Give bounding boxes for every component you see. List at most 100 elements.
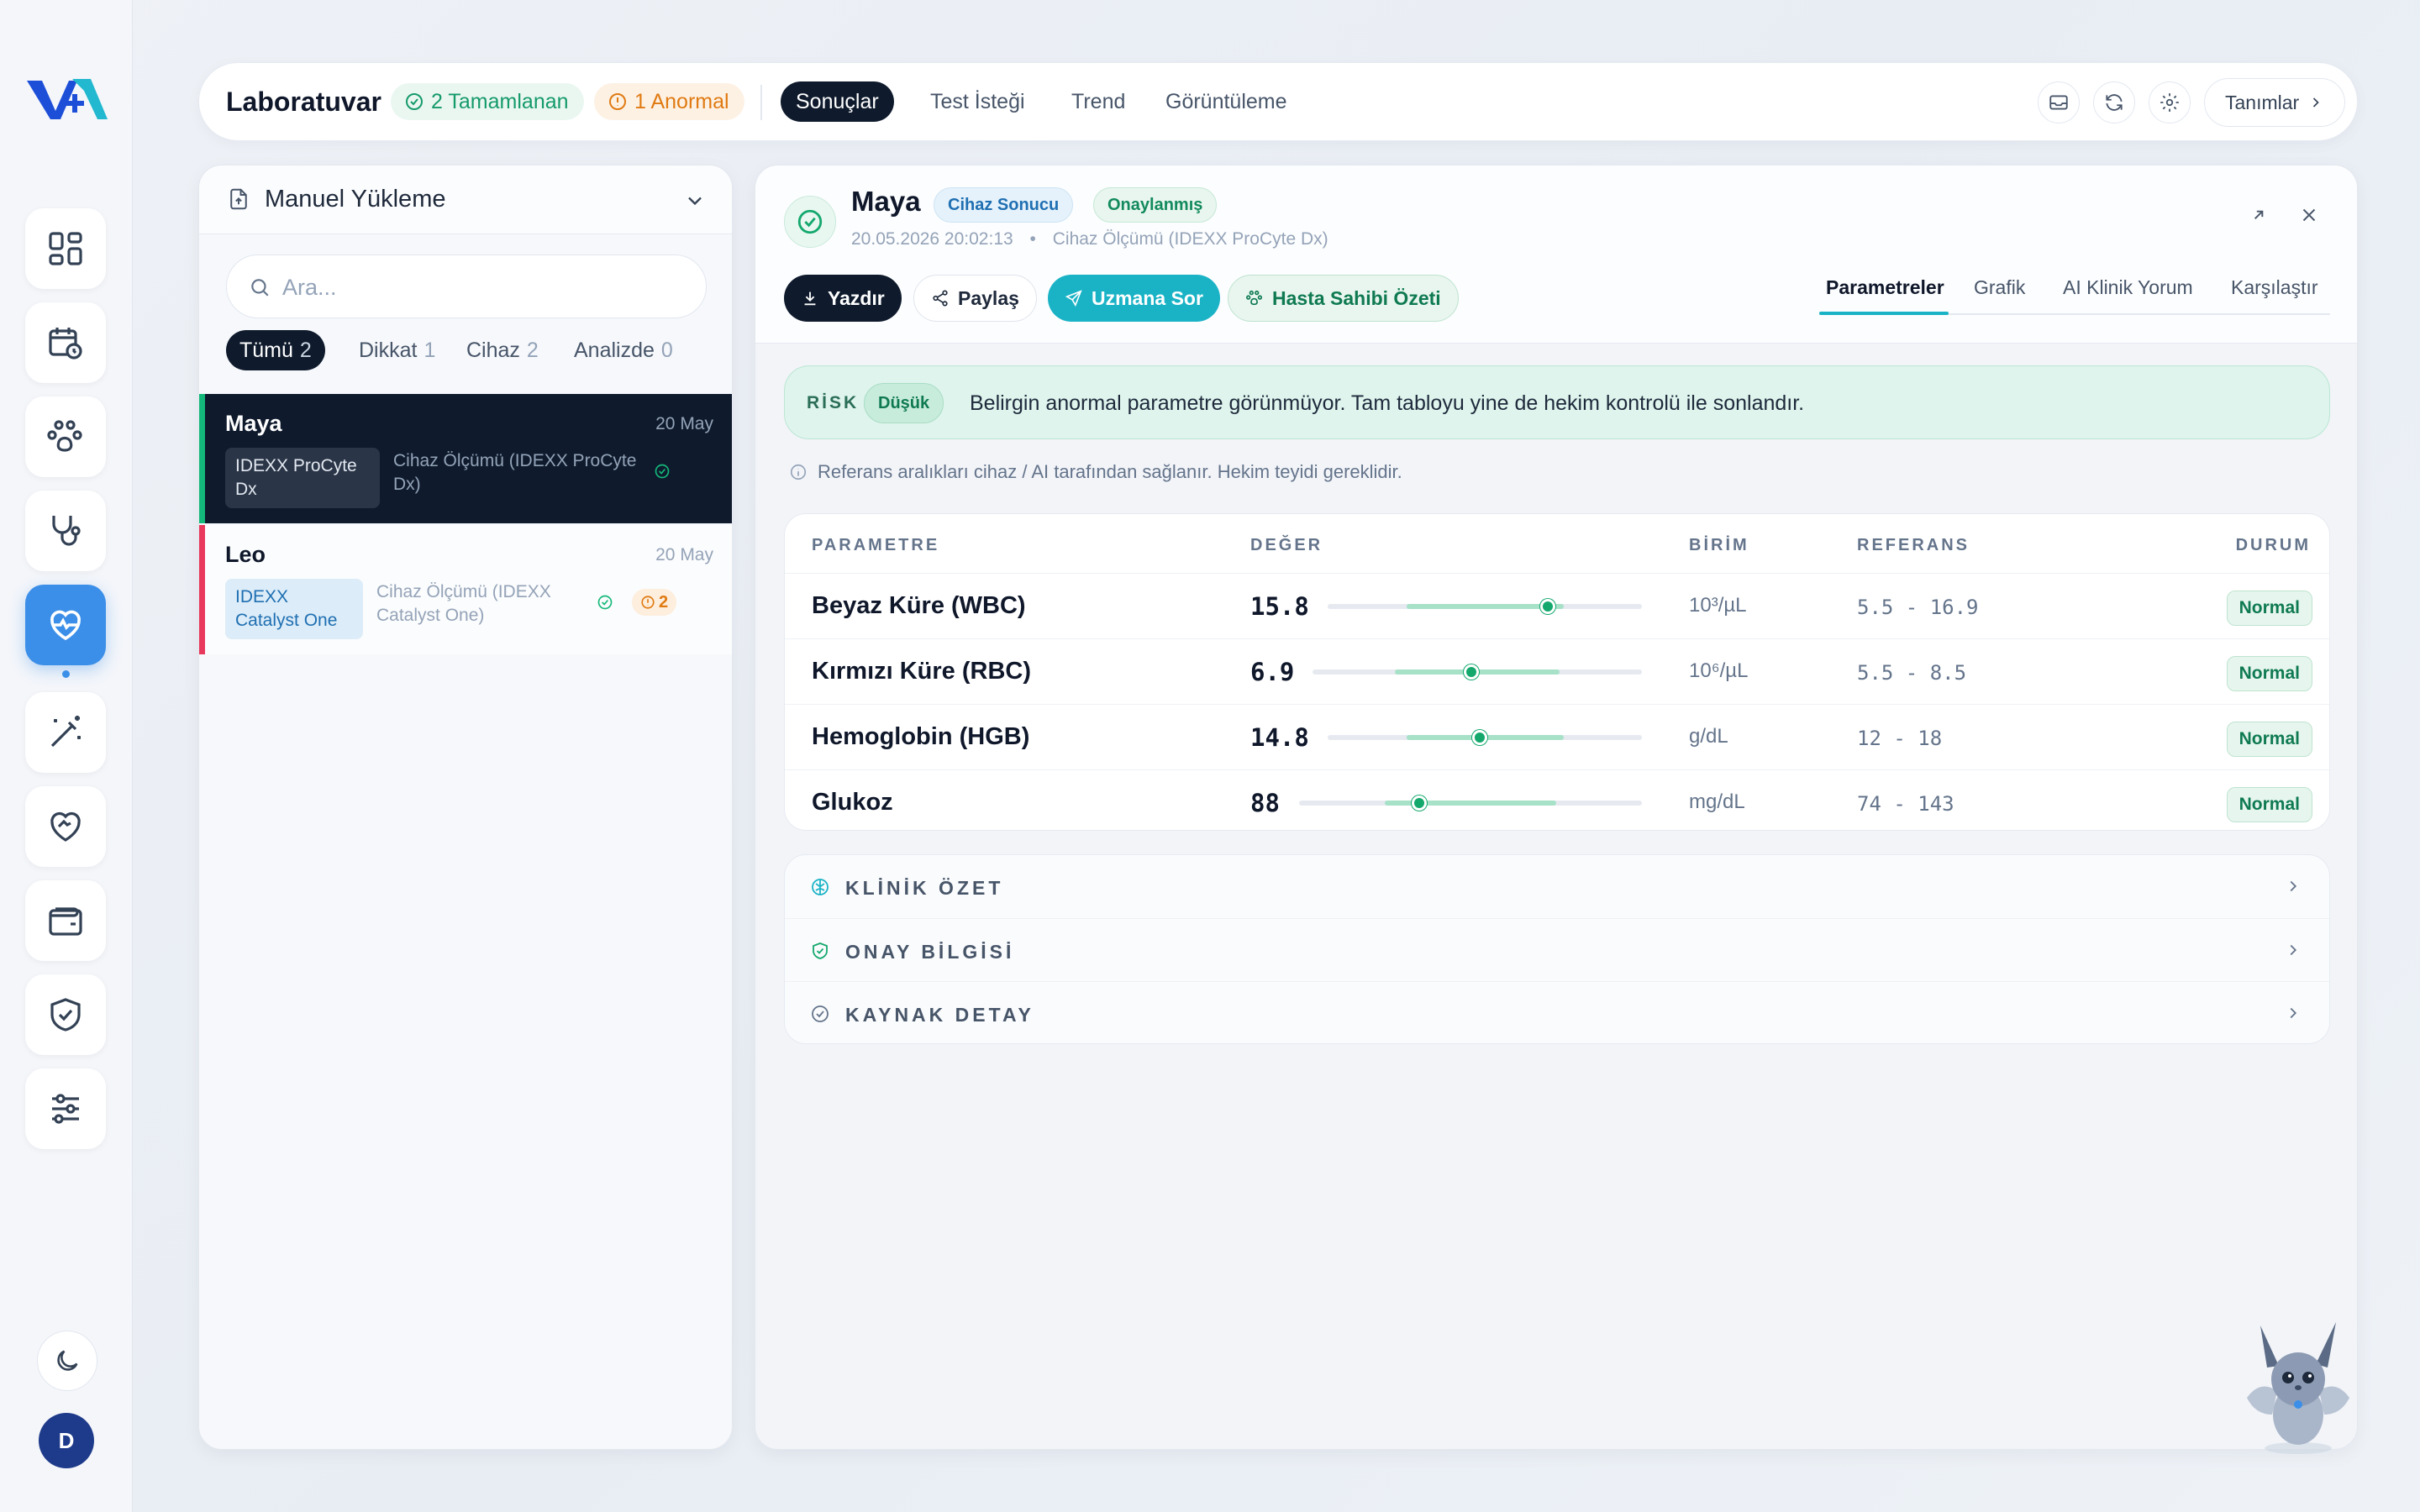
filter-count: 0 [660,338,673,362]
file-upload-icon [230,188,247,210]
nav-care[interactable] [25,786,106,867]
theme-toggle[interactable] [37,1331,97,1391]
owner-summary-button[interactable]: Hasta Sahibi Özeti [1228,275,1459,322]
reference-note: Referans aralıkları cihaz / AI tarafında… [789,461,1402,483]
tab-chart[interactable]: Grafik [1974,276,2025,299]
user-avatar[interactable]: D [39,1413,94,1468]
print-button[interactable]: Yazdır [784,275,902,322]
filter-all[interactable]: Tümü 2 [226,330,325,370]
filter-device[interactable]: Cihaz 2 [453,330,552,370]
patient-name: Leo [225,542,266,567]
section-approval-info[interactable]: ONAY BİLGİSİ [785,918,2329,981]
check-circle-icon [812,1005,829,1022]
search-input[interactable] [282,270,686,304]
definitions-label: Tanımlar [2225,91,2300,113]
risk-banner: RİSK Düşük Belirgin anormal parametre gö… [784,365,2330,439]
detail-sections: KLİNİK ÖZET ONAY BİLGİSİ KAYNAK DETAY [784,854,2330,1044]
tab-test-request[interactable]: Test İsteği [915,81,1040,122]
approval-tag: Onaylanmış [1093,187,1218,223]
tab-ai-comment[interactable]: AI Klinik Yorum [2063,276,2193,299]
nav-wallet[interactable] [25,880,106,961]
value-marker [1464,664,1480,680]
patient-name: Maya [851,186,921,217]
section-source-detail[interactable]: KAYNAK DETAY [785,981,2329,1043]
reference-range: 5.5 - 16.9 [1857,596,1979,619]
ask-expert-button[interactable]: Uzmana Sor [1048,275,1220,322]
nav-patients[interactable] [25,396,106,477]
chevron-right-icon [2290,880,2297,892]
check-circle-icon [406,93,423,110]
tab-compare[interactable]: Karşılaştır [2231,276,2318,299]
device-line: Dx [235,480,257,499]
status-badge: Normal [2226,722,2312,757]
list-item-maya[interactable]: Maya 20 May IDEXX ProCyte Dx Cihaz Ölçüm… [199,394,732,523]
filter-attention[interactable]: Dikkat 1 [345,330,449,370]
abnormal-count-badge: 2 [632,589,677,616]
moon-icon [57,1350,78,1371]
active-indicator [62,670,70,678]
range-bar [1328,599,1642,614]
share-label: Paylaş [958,286,1019,309]
magic-wand-icon [50,716,81,748]
nav-security[interactable] [25,974,106,1055]
desc-line: Cihaz Ölçümü (IDEXX ProCyte [393,451,637,470]
nav-dashboard[interactable] [25,208,106,289]
refresh-icon [2106,94,2123,111]
external-link-icon[interactable] [2248,204,2270,226]
grid-icon [49,232,82,265]
verified-icon [597,595,613,610]
results-list-panel: Manuel Yükleme Tümü 2 Dikkat 1 Cihaz 2 A… [198,165,733,1450]
share-button[interactable]: Paylaş [913,275,1037,322]
print-label: Yazdır [828,286,885,309]
parameter-unit: g/dL [1689,725,1728,748]
definitions-button[interactable]: Tanımlar [2204,78,2346,127]
detail-tabs: Parametreler Grafik AI Klinik Yorum Karş… [1819,270,2330,315]
parameter-value: 14.8 [1250,723,1309,752]
shield-check-icon [50,998,81,1032]
abnormal-badge[interactable]: 1 Anormal [594,83,744,120]
ask-expert-label: Uzmana Sor [1092,286,1203,309]
reference-range: 12 - 18 [1857,727,1943,750]
table-row[interactable]: Glukoz 88 mg/dL 74 - 143 Normal [785,769,2329,830]
upload-dropdown[interactable]: Manuel Yükleme [199,165,732,234]
parameter-unit: 10³/µL [1689,594,1747,617]
result-datetime: 20.05.2026 20:02:13 [851,229,1013,249]
filter-analyzing[interactable]: Analizde 0 [560,330,687,370]
table-row[interactable]: Hemoglobin (HGB) 14.8 g/dL 12 - 18 Norma… [785,704,2329,769]
reference-range: 5.5 - 8.5 [1857,661,1967,685]
chevron-right-icon [2290,944,2297,956]
nav-appointments[interactable] [25,302,106,383]
parameter-value: 15.8 [1250,592,1309,621]
section-clinical-summary[interactable]: KLİNİK ÖZET [785,855,2329,918]
result-method: Cihaz Ölçümü (IDEXX ProCyte Dx) [1052,229,1328,249]
close-icon[interactable] [2298,204,2320,226]
brain-icon [812,879,829,895]
filter-label: Cihaz [466,338,520,362]
verified-icon [655,464,670,479]
tab-results[interactable]: Sonuçlar [781,81,894,122]
desc-line: Catalyst One) [376,606,485,625]
device-line: Catalyst One [235,611,338,630]
tab-parameters[interactable]: Parametreler [1826,276,1944,299]
table-row[interactable]: Kırmızı Küre (RBC) 6.9 10⁶/µL 5.5 - 8.5 … [785,638,2329,704]
nav-exam[interactable] [25,491,106,571]
app-logo[interactable] [25,69,109,124]
parameter-name: Beyaz Küre (WBC) [812,592,1026,619]
nav-laboratory[interactable] [25,585,106,665]
inbox-button[interactable] [2038,81,2080,123]
assistant-mascot[interactable] [2235,1314,2361,1457]
tab-imaging[interactable]: Görüntüleme [1150,81,1302,122]
heart-pulse-icon [50,610,81,641]
settings-button[interactable] [2149,81,2191,123]
refresh-button[interactable] [2093,81,2135,123]
range-bar [1299,795,1642,811]
list-item-leo[interactable]: Leo 20 May IDEXX Catalyst One Cihaz Ölçü… [199,525,732,654]
reference-range: 74 - 143 [1857,792,1954,816]
completed-badge[interactable]: 2 Tamamlanan [391,83,584,120]
filter-count: 2 [299,338,312,362]
source-tag: Cihaz Sonucu [934,187,1074,223]
nav-settings[interactable] [25,1068,106,1149]
nav-ai-tools[interactable] [25,692,106,773]
tab-trend[interactable]: Trend [1056,81,1140,122]
table-row[interactable]: Beyaz Küre (WBC) 15.8 10³/µL 5.5 - 16.9 … [785,573,2329,638]
